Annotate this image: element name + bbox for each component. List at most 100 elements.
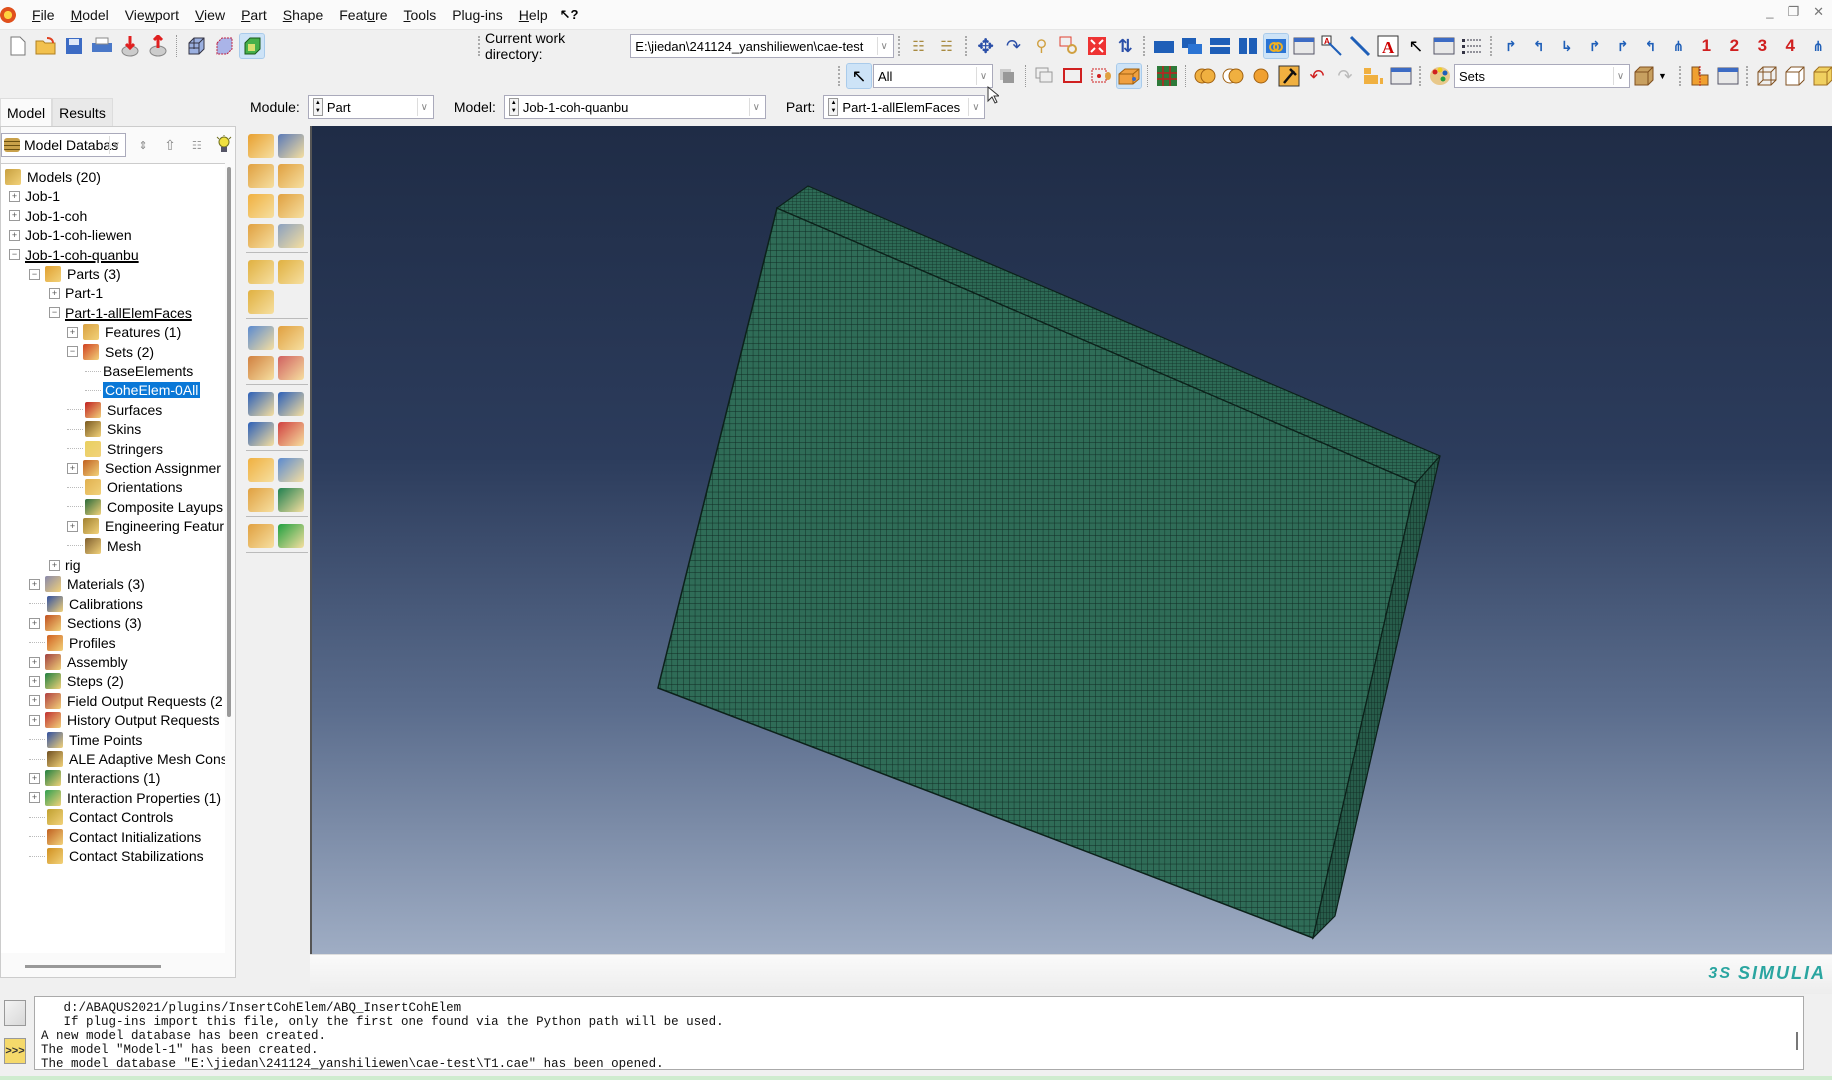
view-bottom-icon[interactable]: ↱ <box>1583 34 1607 58</box>
view-cut-manager-icon[interactable] <box>1716 64 1740 88</box>
expand-icon[interactable]: + <box>49 287 60 299</box>
mesh-pattern-icon[interactable] <box>1155 64 1179 88</box>
hidden-line-box-icon[interactable] <box>1783 64 1807 88</box>
edit-feature-icon[interactable] <box>248 488 274 512</box>
restore-button[interactable]: ❐ <box>1787 4 1799 20</box>
color-code-combo[interactable]: Sets ∨ <box>1454 64 1630 88</box>
up-down-arrows-icon[interactable]: ⇕ <box>132 133 155 157</box>
spinner-icon[interactable]: ▲ ▼ <box>508 98 519 116</box>
collapse-icon[interactable]: − <box>29 268 40 280</box>
model-combo[interactable]: ▲ ▼ Job-1-coh-quanbu ∨ <box>503 95 766 119</box>
kernel-command-line-button[interactable]: >>> <box>4 1038 26 1064</box>
query-tool-icon[interactable] <box>248 458 274 482</box>
user-view-3-button[interactable]: 3 <box>1750 34 1774 58</box>
lightbulb-icon[interactable] <box>212 133 235 157</box>
export-icon[interactable] <box>146 34 170 58</box>
ladder-alt-icon[interactable]: ☵ <box>935 34 959 58</box>
menu-tools[interactable]: Tools <box>396 0 445 30</box>
replace-part-icon[interactable] <box>278 524 304 548</box>
create-display-group-icon[interactable] <box>278 458 304 482</box>
ladder-icon[interactable]: ☷ <box>907 34 931 58</box>
open-folder-icon[interactable] <box>34 34 58 58</box>
annotation-manager-icon[interactable] <box>1432 34 1456 58</box>
user-view-2-button[interactable]: 2 <box>1722 34 1746 58</box>
select-boxes-icon[interactable] <box>1033 64 1057 88</box>
menu-plug-ins[interactable]: Plug-ins <box>444 0 511 30</box>
partition-icon[interactable] <box>278 224 304 248</box>
expand-icon[interactable]: + <box>67 462 78 474</box>
pan-icon[interactable]: ✥ <box>974 34 998 58</box>
annotation-arrow-text-icon[interactable]: A <box>1320 34 1344 58</box>
part-combo[interactable]: ▲ ▼ Part-1-allElemFaces ∨ <box>823 95 986 119</box>
create-partition-edge-icon[interactable] <box>248 326 274 350</box>
message-log[interactable]: d:/ABAQUS2021/plugins/InsertCohElem/ABQ_… <box>34 996 1804 1071</box>
create-assembly-icon[interactable] <box>248 524 274 548</box>
create-datum-axis-icon[interactable] <box>278 260 304 284</box>
create-cut-extrude-icon[interactable] <box>278 194 304 218</box>
selection-filter-combo[interactable]: All ∨ <box>873 64 993 88</box>
menu-viewport[interactable]: Viewport <box>117 0 187 30</box>
chevron-down-icon[interactable]: ∨ <box>108 136 123 154</box>
chevron-down-icon[interactable]: ∨ <box>976 67 990 85</box>
color-palette-icon[interactable] <box>1428 64 1452 88</box>
menu-part[interactable]: Part <box>233 0 275 30</box>
spinner-icon[interactable]: ▲ ▼ <box>828 98 839 116</box>
chevron-down-icon[interactable]: ∨ <box>1613 67 1627 85</box>
select-surface-icon[interactable] <box>1116 63 1142 89</box>
module-combo[interactable]: ▲ ▼ Part ∨ <box>307 95 434 119</box>
menu-feature[interactable]: Feature <box>331 0 395 30</box>
create-round-icon[interactable] <box>248 224 274 248</box>
tab-model[interactable]: Model <box>0 98 53 126</box>
rotate-icon[interactable]: ↷ <box>1002 34 1026 58</box>
import-icon[interactable] <box>118 34 142 58</box>
display-group-box-icon[interactable] <box>1632 64 1656 88</box>
create-datum-point-icon[interactable] <box>248 260 274 284</box>
menu-help[interactable]: Help <box>511 0 556 30</box>
view-rotation-center-icon[interactable]: ⋔ <box>1806 34 1830 58</box>
boolean-union-icon[interactable] <box>1193 64 1217 88</box>
annotation-arrow-icon[interactable] <box>1348 34 1372 58</box>
part-display-icon[interactable] <box>1361 64 1385 88</box>
display-group-manager-icon[interactable] <box>1389 64 1413 88</box>
render-wireframe-icon[interactable] <box>184 34 208 58</box>
box-zoom-icon[interactable] <box>1057 34 1081 58</box>
menu-shape[interactable]: Shape <box>275 0 332 30</box>
expand-icon[interactable]: + <box>67 326 78 338</box>
sphere-icon[interactable] <box>1249 64 1273 88</box>
new-file-icon[interactable] <box>6 34 30 58</box>
expand-icon[interactable]: + <box>29 772 40 784</box>
boolean-intersect-icon[interactable] <box>1221 64 1245 88</box>
viewport-link-icon[interactable] <box>1263 33 1290 59</box>
tree-vertical-scrollbar[interactable] <box>227 167 231 717</box>
expand-icon[interactable]: + <box>9 210 20 222</box>
view-front-icon[interactable]: ↱ <box>1499 34 1523 58</box>
collapse-icon[interactable]: − <box>49 307 60 319</box>
render-hidden-icon[interactable] <box>212 34 236 58</box>
model-database-combo[interactable]: Model Databas ∨ <box>1 133 126 157</box>
view-iso-icon[interactable]: ⋔ <box>1666 34 1690 58</box>
menu-model[interactable]: Model <box>63 0 117 30</box>
create-wire-icon[interactable] <box>248 194 274 218</box>
tab-results[interactable]: Results <box>52 98 113 126</box>
expand-icon[interactable]: + <box>29 617 40 629</box>
user-view-4-button[interactable]: 4 <box>1778 34 1802 58</box>
view-back-icon[interactable]: ↰ <box>1527 34 1551 58</box>
pick-tool-icon[interactable] <box>1277 64 1301 88</box>
expand-icon[interactable]: + <box>29 578 40 590</box>
view-right-icon[interactable]: ↰ <box>1639 34 1663 58</box>
part-manager-icon[interactable] <box>278 134 304 158</box>
user-view-1-button[interactable]: 1 <box>1694 34 1718 58</box>
viewport-cascade-icon[interactable] <box>1180 34 1204 58</box>
create-partition-cell-icon[interactable] <box>248 356 274 380</box>
wireframe-box-icon[interactable] <box>1755 64 1779 88</box>
print-icon[interactable] <box>90 34 114 58</box>
tree-item-contact-stabilizations[interactable]: Contact Stabilizations <box>29 845 204 867</box>
save-icon[interactable] <box>62 34 86 58</box>
parent-folder-icon[interactable]: ⇧ <box>159 133 182 157</box>
create-datum-csys-icon[interactable] <box>278 392 304 416</box>
section-cut-icon[interactable] <box>1688 64 1712 88</box>
chevron-down-icon[interactable]: ∨ <box>416 98 431 116</box>
expand-icon[interactable]: + <box>49 559 60 571</box>
expand-icon[interactable]: + <box>29 695 40 707</box>
render-shaded-icon[interactable] <box>239 33 265 59</box>
